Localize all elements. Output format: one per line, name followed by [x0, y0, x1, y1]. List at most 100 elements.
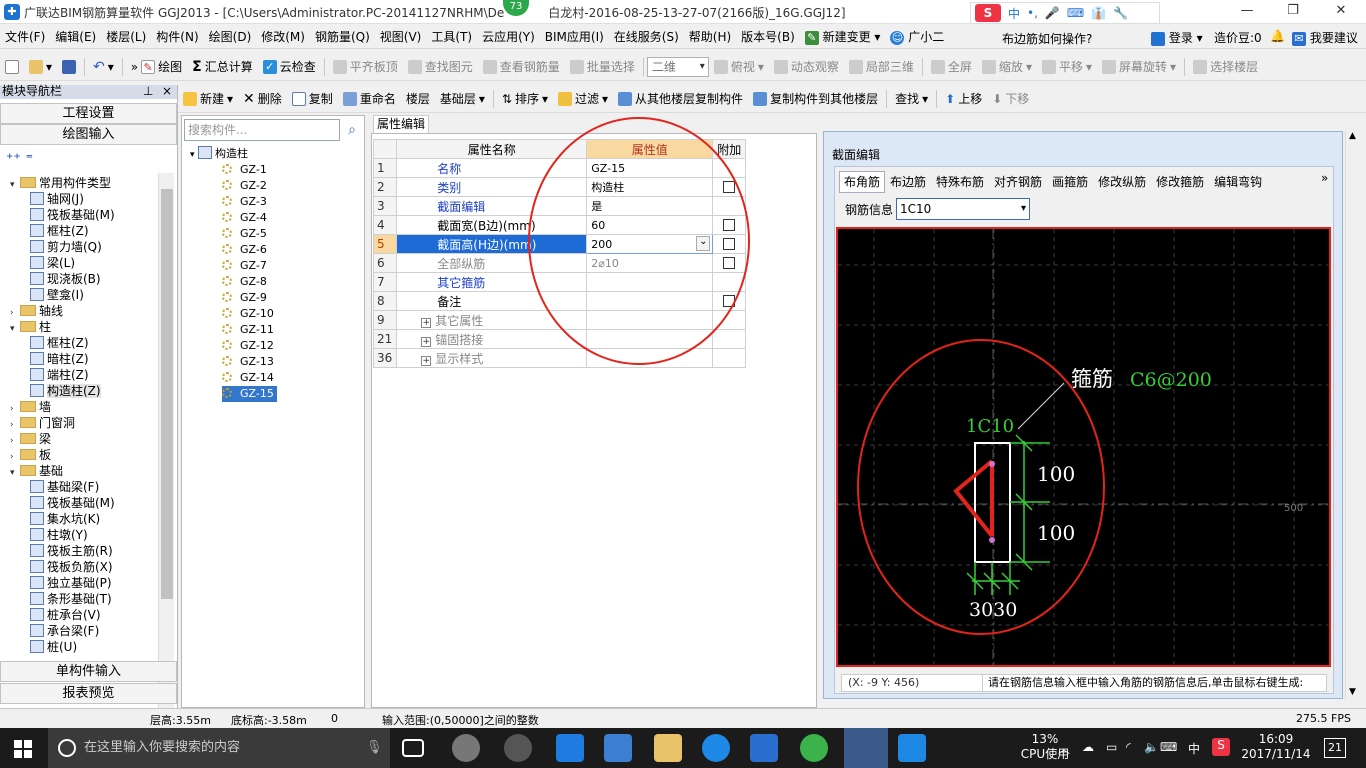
- tree-item[interactable]: 构造柱(Z): [30, 383, 101, 399]
- dynamic-view-button[interactable]: 动态观察: [769, 58, 844, 75]
- menu-rebar-quantity[interactable]: 钢筋量(Q): [310, 28, 375, 45]
- property-row[interactable]: 5 截面高(H边)(mm) 200 ⌄: [372, 234, 747, 254]
- corner-rebar-top[interactable]: [989, 461, 995, 467]
- suggest-button[interactable]: ✉ 我要建议: [1292, 29, 1358, 46]
- zoom-button[interactable]: 缩放 ▾: [977, 58, 1037, 75]
- dropdown-icon[interactable]: ⌄: [696, 236, 711, 251]
- store-icon[interactable]: [604, 734, 632, 762]
- tree-item[interactable]: 条形基础(T): [30, 591, 112, 607]
- section-tab[interactable]: 修改纵筋: [1093, 171, 1151, 193]
- tree-folder[interactable]: › 门窗洞: [10, 415, 75, 431]
- collapse-icon[interactable]: ▾: [10, 465, 20, 481]
- view-rebar-button[interactable]: 查看钢筋量: [478, 58, 565, 75]
- cloud-check-button[interactable]: ✓ 云检查: [258, 58, 321, 75]
- property-row[interactable]: 21 + 锚固搭接: [372, 329, 747, 349]
- ime-voice-icon[interactable]: 🎤: [1045, 6, 1060, 20]
- section-tab[interactable]: 特殊布筋: [931, 171, 989, 193]
- tree-item[interactable]: 独立基础(P): [30, 575, 112, 591]
- property-value[interactable]: 构造柱: [586, 177, 714, 197]
- top-view-button[interactable]: 俯视 ▾: [709, 58, 769, 75]
- right-scrollbar[interactable]: ▲ ▼: [1345, 131, 1363, 699]
- tree-folder[interactable]: ▾ 基础: [10, 463, 63, 479]
- open-file-button[interactable]: ▾: [24, 59, 57, 74]
- ime-chinese-toggle[interactable]: 中: [1008, 5, 1020, 22]
- app-fan-icon[interactable]: [452, 734, 480, 762]
- property-value[interactable]: 200 ⌄: [586, 234, 714, 254]
- taskbar-search-input[interactable]: 在这里输入你要搜索的内容: [48, 728, 390, 768]
- menu-cloud[interactable]: 云应用(Y): [477, 28, 540, 45]
- move-up-button[interactable]: ⬆ 上移: [940, 90, 987, 107]
- property-row[interactable]: 3 截面编辑 是: [372, 196, 747, 216]
- scroll-down-icon[interactable]: ▼: [1349, 687, 1356, 697]
- tree-item[interactable]: 筏板主筋(R): [30, 543, 113, 559]
- tree-item[interactable]: 剪力墙(Q): [30, 239, 102, 255]
- tree-item[interactable]: 筏板基础(M): [30, 207, 115, 223]
- tree-item[interactable]: 端柱(Z): [30, 367, 89, 383]
- pan-button[interactable]: 平移 ▾: [1037, 58, 1097, 75]
- floor-select[interactable]: 基础层 ▾: [435, 90, 490, 107]
- full-screen-button[interactable]: 全屏: [926, 58, 977, 75]
- menu-new-change[interactable]: ✎ 新建变更 ▾: [800, 28, 886, 45]
- rename-button[interactable]: 重命名: [338, 90, 401, 107]
- property-row[interactable]: 36 + 显示样式: [372, 348, 747, 368]
- flush-slab-button[interactable]: 平齐板顶: [328, 58, 403, 75]
- tree-item[interactable]: 承台梁(F): [30, 623, 99, 639]
- tree-item[interactable]: 暗柱(Z): [30, 351, 89, 367]
- filter-button[interactable]: 过滤 ▾: [553, 90, 613, 107]
- component-list-item[interactable]: GZ-7: [222, 258, 267, 274]
- property-value[interactable]: [586, 348, 714, 368]
- clock[interactable]: 16:09 2017/11/14: [1240, 732, 1312, 762]
- tray-volume-icon[interactable]: 🔈: [1144, 740, 1159, 754]
- ime-tools-icon[interactable]: 🔧: [1113, 6, 1128, 20]
- copy-to-floor-button[interactable]: 复制构件到其他楼层: [748, 90, 883, 107]
- local-3d-button[interactable]: 局部三维: [844, 58, 919, 75]
- menu-edit[interactable]: 编辑(E): [50, 28, 101, 45]
- property-value[interactable]: [586, 310, 714, 330]
- property-value[interactable]: [586, 272, 714, 292]
- menu-version[interactable]: 版本号(B): [736, 28, 800, 45]
- scroll-up-icon[interactable]: ▲: [1349, 131, 1356, 141]
- component-search-input[interactable]: 搜索构件...: [184, 119, 340, 141]
- component-list-item[interactable]: GZ-12: [222, 338, 274, 354]
- tree-item[interactable]: 轴网(J): [30, 191, 84, 207]
- rotate-button[interactable]: 屏幕旋转 ▾: [1097, 58, 1181, 75]
- menu-modify[interactable]: 修改(M): [256, 28, 310, 45]
- new-file-button[interactable]: [0, 59, 24, 74]
- single-input-button[interactable]: 单构件输入: [0, 661, 177, 682]
- tray-battery-icon[interactable]: ▭: [1106, 740, 1117, 754]
- component-list-item[interactable]: GZ-6: [222, 242, 267, 258]
- expand-icon[interactable]: +: [421, 317, 432, 328]
- app-e-icon[interactable]: [898, 734, 926, 762]
- component-list-item[interactable]: GZ-1: [222, 162, 267, 178]
- task-view-icon[interactable]: [402, 739, 424, 757]
- menu-help[interactable]: 帮助(H): [684, 28, 736, 45]
- tree-scrollbar[interactable]: [158, 173, 174, 743]
- close-panel-icon[interactable]: ×: [162, 85, 172, 98]
- undo-button[interactable]: ↶ ▾: [88, 59, 119, 75]
- component-list-item[interactable]: GZ-2: [222, 178, 267, 194]
- corner-rebar-bottom[interactable]: [989, 537, 995, 543]
- summary-button[interactable]: Σ 汇总计算: [187, 58, 258, 75]
- property-value[interactable]: 是: [586, 196, 714, 216]
- find-button[interactable]: 查找 ▾: [890, 90, 933, 107]
- tree-folder[interactable]: ▾ 常用构件类型: [10, 175, 111, 191]
- report-preview-button[interactable]: 报表预览: [0, 683, 177, 704]
- property-row[interactable]: 1 名称 GZ-15: [372, 158, 747, 178]
- property-row[interactable]: 6 全部纵筋 2⌀10: [372, 253, 747, 273]
- tray-cloud-icon[interactable]: ☁: [1082, 740, 1094, 754]
- tree-item[interactable]: 框柱(Z): [30, 335, 89, 351]
- app-cloud-icon[interactable]: [504, 734, 532, 762]
- tree-folder[interactable]: › 板: [10, 447, 51, 463]
- property-row[interactable]: 7 其它箍筋: [372, 272, 747, 292]
- price-beans[interactable]: 造价豆:0: [1214, 29, 1262, 46]
- tree-item[interactable]: 现浇板(B): [30, 271, 101, 287]
- menu-bim[interactable]: BIM应用(I): [540, 28, 609, 45]
- menu-floor[interactable]: 楼层(L): [101, 28, 151, 45]
- file-explorer-icon[interactable]: [654, 734, 682, 762]
- component-list-item[interactable]: GZ-4: [222, 210, 267, 226]
- section-canvas[interactable]: 500 0 箍筋 C6@200 1C10 100 100 3030: [836, 227, 1331, 667]
- minimize-button[interactable]: —: [1224, 2, 1270, 22]
- edge-browser-icon[interactable]: [556, 734, 584, 762]
- section-tab[interactable]: 画箍筋: [1047, 171, 1093, 193]
- close-button[interactable]: ✕: [1318, 2, 1364, 22]
